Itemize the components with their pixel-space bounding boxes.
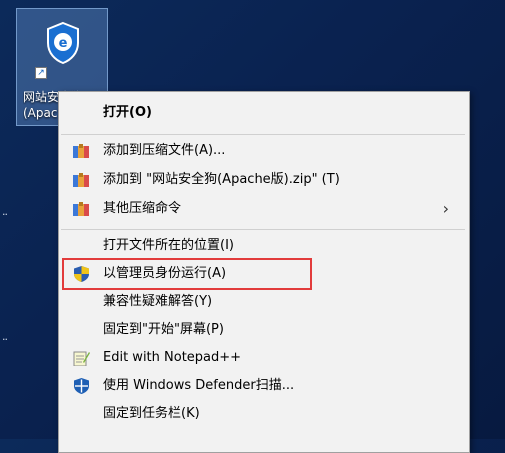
svg-text:e: e bbox=[59, 36, 68, 51]
menu-item-pin-to-start[interactable]: 固定到"开始"屏幕(P) bbox=[59, 317, 467, 343]
menu-item-edit-notepadpp[interactable]: Edit with Notepad++ bbox=[59, 345, 467, 371]
annotation-highlight-box bbox=[62, 258, 312, 290]
archive-icon bbox=[73, 172, 90, 188]
defender-icon bbox=[73, 378, 90, 394]
menu-separator bbox=[61, 134, 465, 135]
menu-item-open[interactable]: 打开(O) bbox=[59, 100, 467, 126]
menu-separator bbox=[61, 229, 465, 230]
menu-item-open-file-location[interactable]: 打开文件所在的位置(I) bbox=[59, 233, 467, 259]
archive-icon bbox=[73, 143, 90, 159]
notepad-icon bbox=[73, 350, 90, 367]
menu-item-pin-to-taskbar[interactable]: 固定到任务栏(K) bbox=[59, 401, 467, 427]
archive-icon bbox=[73, 201, 90, 217]
left-edge-ellipsis: .. bbox=[2, 330, 8, 343]
left-edge-ellipsis: .. bbox=[2, 205, 8, 218]
menu-item-other-compress[interactable]: 其他压缩命令 › bbox=[59, 196, 467, 222]
menu-item-add-to-zip[interactable]: 添加到 "网站安全狗(Apache版).zip" (T) bbox=[59, 167, 467, 193]
chevron-right-icon: › bbox=[442, 199, 449, 218]
shortcut-arrow-icon: ↗ bbox=[35, 67, 47, 79]
menu-item-defender-scan[interactable]: 使用 Windows Defender扫描... bbox=[59, 373, 467, 399]
menu-item-compat-troubleshoot[interactable]: 兼容性疑难解答(Y) bbox=[59, 289, 467, 315]
menu-item-add-to-archive[interactable]: 添加到压缩文件(A)... bbox=[59, 138, 467, 164]
safedog-shield-icon: e bbox=[45, 21, 81, 69]
